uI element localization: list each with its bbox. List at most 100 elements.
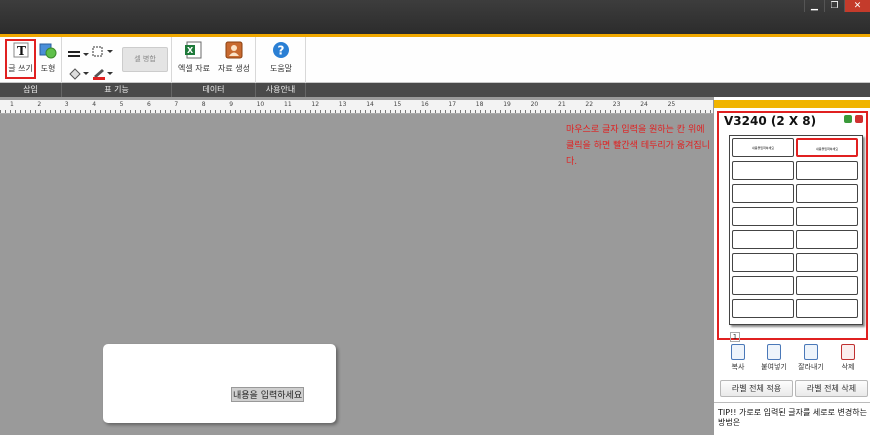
label-type-title: V3240 (2 X 8) bbox=[724, 114, 817, 128]
contact-card-icon bbox=[225, 41, 243, 59]
cut-button[interactable]: 잘라내기 bbox=[795, 344, 827, 372]
ruler-number: 2 bbox=[37, 101, 42, 108]
label-cell[interactable] bbox=[796, 230, 858, 249]
excel-data-label: 엑셀 자료 bbox=[178, 64, 210, 73]
label-cell[interactable] bbox=[732, 253, 794, 272]
ribbon-category-bar: 삽입 표 기능 데이터 사용안내 bbox=[0, 83, 870, 97]
ruler-number: 19 bbox=[503, 101, 511, 108]
category-data: 데이터 bbox=[172, 83, 256, 97]
svg-text:T: T bbox=[17, 44, 26, 58]
ruler-number: 1 bbox=[10, 101, 14, 108]
ruler-number: 24 bbox=[640, 101, 648, 108]
ruler-number: 4 bbox=[92, 101, 97, 108]
apply-all-button[interactable]: 라벨 전체 적용 bbox=[720, 380, 793, 397]
write-text-button[interactable]: T 글 쓰기 bbox=[5, 39, 36, 79]
delete-label: 삭제 bbox=[841, 363, 855, 371]
data-group: X 엑셀 자료 자료 생성 bbox=[172, 37, 256, 83]
ruler-number: 7 bbox=[174, 101, 179, 108]
paste-icon bbox=[767, 344, 781, 360]
excel-icon: X bbox=[185, 41, 203, 59]
help-icon: ? bbox=[272, 41, 290, 59]
label-cell[interactable] bbox=[796, 276, 858, 295]
cut-icon bbox=[804, 344, 818, 360]
label-cell[interactable] bbox=[796, 161, 858, 180]
tip-text: TIP!! 가로로 입력된 글자를 세로로 변경하는 방법은 bbox=[718, 408, 867, 427]
paste-label: 붙여넣기 bbox=[761, 363, 787, 371]
shape-icon bbox=[39, 41, 57, 59]
close-button[interactable]: ✕ bbox=[844, 0, 870, 12]
ruler-number: 3 bbox=[64, 101, 69, 108]
ruler-number: 14 bbox=[366, 101, 374, 108]
cut-label: 잘라내기 bbox=[798, 363, 824, 371]
label-cell[interactable] bbox=[732, 276, 794, 295]
insert-group: T 글 쓰기 도형 bbox=[0, 37, 62, 83]
ruler-number: 25 bbox=[667, 101, 676, 108]
ruler-numbers: 1 2 3 4 5 6 7 8 9 10 11 12 13 14 15 16 17 18 19 20 21 22 23 24 2… bbox=[0, 100, 713, 110]
panel-header-bar bbox=[714, 100, 870, 108]
excel-data-button[interactable]: X 엑셀 자료 bbox=[176, 41, 212, 74]
label-editor-card[interactable] bbox=[103, 344, 336, 423]
label-cell[interactable] bbox=[732, 299, 794, 318]
label-cell[interactable]: 내용을입력하세요 bbox=[796, 138, 858, 157]
refresh-icon[interactable] bbox=[844, 115, 852, 123]
border-icon[interactable] bbox=[92, 43, 114, 57]
data-generate-label: 자료 생성 bbox=[218, 64, 250, 73]
label-preview-panel: V3240 (2 X 8) 내용을입력하세요 내용을입력하세요 1 복사 붙여넣기… bbox=[713, 97, 870, 435]
ruler-number: 5 bbox=[119, 101, 124, 108]
shape-button[interactable]: 도형 bbox=[37, 41, 59, 74]
ruler-number: 20 bbox=[530, 101, 539, 108]
help-group: ? 도움말 bbox=[256, 37, 306, 83]
label-cell[interactable] bbox=[796, 299, 858, 318]
label-cell[interactable]: 내용을입력하세요 bbox=[732, 138, 794, 157]
maximize-button[interactable]: ❐ bbox=[824, 0, 844, 12]
merge-cells-button[interactable]: 셀 병합 bbox=[122, 47, 168, 72]
minimize-button[interactable]: ▁ bbox=[804, 0, 824, 12]
shape-label: 도형 bbox=[40, 64, 56, 73]
ruler-number: 18 bbox=[475, 101, 484, 108]
category-guide: 사용안내 bbox=[256, 83, 306, 97]
page-number[interactable]: 1 bbox=[730, 332, 740, 342]
ruler-number: 17 bbox=[448, 101, 457, 108]
ruler-number: 15 bbox=[393, 101, 402, 108]
label-cell[interactable] bbox=[732, 161, 794, 180]
preview-box: V3240 (2 X 8) 내용을입력하세요 내용을입력하세요 1 bbox=[717, 111, 868, 342]
delete-icon bbox=[841, 344, 855, 360]
line-style-icon[interactable] bbox=[68, 45, 90, 57]
title-bar: ▁ ❐ ✕ bbox=[0, 0, 870, 34]
label-cell[interactable] bbox=[732, 230, 794, 249]
category-table: 표 기능 bbox=[62, 83, 172, 97]
label-sheet-preview: 내용을입력하세요 내용을입력하세요 bbox=[729, 135, 863, 325]
label-cell[interactable] bbox=[796, 184, 858, 203]
ruler-number: 12 bbox=[311, 101, 320, 108]
help-button[interactable]: ? 도움말 bbox=[264, 41, 298, 74]
category-insert: 삽입 bbox=[0, 83, 62, 97]
fill-color-icon[interactable] bbox=[68, 65, 90, 80]
delete-all-button[interactable]: 라벨 전체 삭제 bbox=[795, 380, 868, 397]
label-cell[interactable] bbox=[732, 207, 794, 226]
paste-button[interactable]: 붙여넣기 bbox=[758, 344, 790, 372]
delete-button[interactable]: 삭제 bbox=[832, 344, 864, 372]
ruler-number: 23 bbox=[612, 101, 621, 108]
copy-button[interactable]: 복사 bbox=[722, 344, 754, 372]
ruler-number: 11 bbox=[284, 101, 292, 108]
write-text-label: 글 쓰기 bbox=[8, 64, 33, 73]
ruler-number: 10 bbox=[256, 101, 265, 108]
copy-label: 복사 bbox=[731, 363, 745, 371]
copy-icon bbox=[731, 344, 745, 360]
ruler-number: 8 bbox=[201, 101, 206, 108]
instruction-annotation: 마우스로 글자 입력을 원하는 칸 위에 클릭을 하면 빨간색 테두리가 옮겨집… bbox=[566, 125, 710, 167]
ruler-number: 13 bbox=[338, 101, 347, 108]
label-cell[interactable] bbox=[796, 207, 858, 226]
divider bbox=[714, 402, 870, 403]
label-cell[interactable] bbox=[732, 184, 794, 203]
label-text-field[interactable]: 내용을 입력하세요 bbox=[230, 387, 305, 402]
ribbon-toolbar: T 글 쓰기 도형 셀 병합 X 엑셀 자료 자료 생성 ? 도움말 bbox=[0, 34, 870, 83]
help-label: 도움말 bbox=[269, 64, 293, 73]
label-cell[interactable] bbox=[796, 253, 858, 272]
ruler-number: 21 bbox=[558, 101, 566, 108]
close-preview-icon[interactable] bbox=[855, 115, 863, 123]
window-controls: ▁ ❐ ✕ bbox=[804, 0, 870, 12]
line-color-icon[interactable] bbox=[92, 65, 114, 80]
data-generate-button[interactable]: 자료 생성 bbox=[216, 41, 252, 74]
table-group: 셀 병합 bbox=[62, 37, 172, 83]
